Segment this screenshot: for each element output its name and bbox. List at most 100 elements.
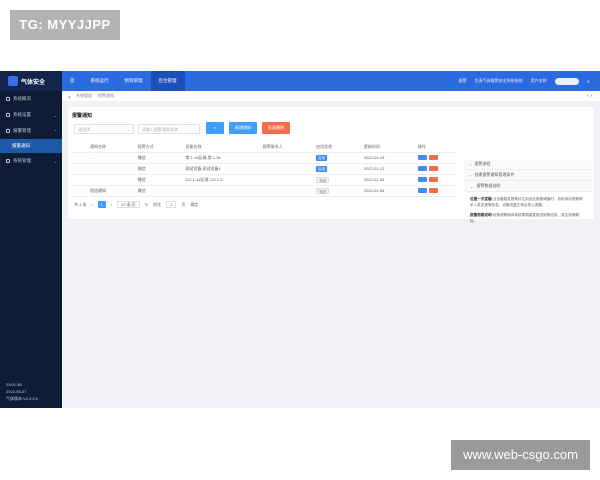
cell-method: 微信 xyxy=(119,185,168,197)
prev-page-icon[interactable]: ‹ xyxy=(91,202,92,207)
goto-confirm-button[interactable]: 确定 xyxy=(190,202,198,208)
chevron-down-icon: ⌄ xyxy=(126,127,130,132)
page-unit-label: 页 xyxy=(181,201,186,207)
search-icon: ⌕ xyxy=(213,125,217,130)
tab-admin[interactable]: 后台管理 xyxy=(150,71,185,91)
table-row: 微信 测试设备,测试设备1 启用 2022-01-12 xyxy=(72,163,456,175)
sidebar-item-alarm[interactable]: 报警管理 ⌃ xyxy=(0,123,62,139)
cell-action xyxy=(399,163,456,175)
cell-name xyxy=(72,163,120,175)
sidebar-item-settings[interactable]: 系统设置 ⌄ xyxy=(0,107,62,123)
breadcrumb-current[interactable]: 报警通知 xyxy=(98,93,114,99)
cell-status: 启用 xyxy=(298,152,346,164)
breadcrumb-home[interactable]: 系统管理 xyxy=(76,93,92,99)
alarm-link[interactable]: 报警 xyxy=(459,78,467,84)
help-item[interactable]: › 报警流程 xyxy=(464,159,592,170)
add-notice-button[interactable]: 新增通知 xyxy=(229,122,257,134)
chevron-down-icon: ⌄ xyxy=(470,183,474,189)
chevron-down-icon: ⌄ xyxy=(53,112,57,118)
col-action: 操作 xyxy=(399,143,456,153)
tab-system-run[interactable]: 系统运行 xyxy=(83,71,117,91)
close-icon[interactable]: ✕ xyxy=(587,79,590,84)
pagination-total: 共 4 条 xyxy=(74,201,87,207)
page-title: 报警通知 xyxy=(72,113,93,119)
status-select-value: 请选择 xyxy=(78,127,90,132)
next-page-icon[interactable]: › xyxy=(111,202,112,207)
sidebar-subitem-alarm-notice[interactable]: 报警通知 xyxy=(0,139,62,153)
status-badge[interactable]: 关闭 xyxy=(316,176,329,183)
bell-icon xyxy=(6,129,10,133)
tab-scroll-arrows[interactable]: ‹ › xyxy=(587,93,592,99)
cell-contact xyxy=(244,174,299,186)
edit-button[interactable] xyxy=(417,154,427,160)
sidebar-item-label: 报警管理 xyxy=(13,128,31,133)
dept-label: 负责气体报警安全系统系统 xyxy=(474,78,523,83)
cell-contact xyxy=(244,185,299,197)
batch-delete-button[interactable]: 批量删除 xyxy=(262,122,290,134)
status-badge[interactable]: 启用 xyxy=(316,154,327,161)
watermark-top: TG: MYYJJPP xyxy=(10,10,120,40)
refresh-icon[interactable]: ↻ xyxy=(145,202,148,207)
cell-name: - xyxy=(72,152,120,164)
help-paragraph: 报警周期说明:设备报警期间将按周期重复推送报警信息，直至报警解除。 xyxy=(470,212,586,224)
cell-time: 2022-01-06 xyxy=(345,185,400,197)
help-item[interactable]: ⌄ 报警数据说明 xyxy=(464,181,592,192)
sidebar-item-label: 系统管理 xyxy=(13,158,31,163)
sidebar-item-system[interactable]: 系统管理 ⌄ xyxy=(0,153,62,169)
delete-button[interactable] xyxy=(428,187,438,193)
delete-button[interactable] xyxy=(428,154,438,160)
home-icon[interactable]: ◂ xyxy=(68,94,70,99)
page-number[interactable]: 1 xyxy=(97,201,106,208)
dashboard-icon xyxy=(6,97,10,101)
theme-toggle[interactable] xyxy=(554,77,579,85)
cell-name xyxy=(72,174,120,186)
delete-button[interactable] xyxy=(428,176,438,182)
table-row: - 微信 常 1-1#区域,常 1-2# 启用 2022-01-19 xyxy=(72,152,456,164)
cell-device xyxy=(167,185,245,197)
cell-status: 关闭 xyxy=(298,174,346,186)
col-time: 更新时间 xyxy=(345,143,400,153)
chevron-right-icon: › xyxy=(470,161,472,167)
status-select[interactable]: 请选择 ⌄ xyxy=(74,124,134,134)
cell-action xyxy=(399,152,456,164)
edit-button[interactable] xyxy=(417,176,427,182)
status-badge[interactable]: 启用 xyxy=(316,165,327,172)
cell-time: 2022-01-19 xyxy=(345,152,400,164)
pagination: 共 4 条 ‹ 1 › 20 条/页 ↻ 前往 1 页 确定 xyxy=(74,201,198,208)
app-title: 气体安全 xyxy=(21,79,46,86)
help-item[interactable]: › 创建报警通知管理条件 xyxy=(464,170,592,181)
tab-materials[interactable]: 物资管理 xyxy=(117,71,151,91)
notice-table: 通知名称 报警方式 设备名称 报警联系人 启用状态 更新时间 操作 - 微信 常… xyxy=(72,143,456,197)
help-item-label: 创建报警通知管理条件 xyxy=(474,172,515,177)
alarm-notice-panel: 报警通知 请选择 ⌄ 请输入报警通知名称 ⌕ 新增通知 批量删除 通知名称 报警… xyxy=(68,107,594,223)
shield-icon xyxy=(8,76,18,86)
sidebar-item-label: 系统设置 xyxy=(13,112,31,117)
cell-device: CO 1-1#区域,CO 1-2 xyxy=(167,174,245,186)
sidebar-item-label: 系统概况 xyxy=(13,96,31,101)
user-menu[interactable]: 用户名称 xyxy=(531,78,547,84)
edit-button[interactable] xyxy=(417,187,427,193)
sidebar-footer: 23:01:36 2022-05-07 气体版本:V2.0.0.0 xyxy=(6,381,38,402)
search-input[interactable]: 请输入报警通知名称 xyxy=(138,124,200,134)
watermark-bottom: www.web-csgo.com xyxy=(451,440,590,470)
cell-time: 2022-01-06 xyxy=(345,174,400,186)
goto-page-input[interactable]: 1 xyxy=(166,201,177,208)
cell-status: 关闭 xyxy=(298,185,346,197)
page-size-select[interactable]: 20 条/页 xyxy=(117,201,140,208)
delete-button[interactable] xyxy=(428,165,438,171)
help-paragraph-head: 设置一次提醒: xyxy=(470,197,493,201)
chevron-up-icon: ⌃ xyxy=(53,128,57,134)
chevron-right-icon: › xyxy=(470,172,472,178)
status-badge[interactable]: 关闭 xyxy=(316,187,329,194)
cell-time: 2022-01-12 xyxy=(345,163,400,175)
clock-date: 2022-05-07 xyxy=(6,389,27,394)
chevron-down-icon: ⌄ xyxy=(53,158,57,164)
sidebar-item-overview[interactable]: 系统概况 xyxy=(0,91,62,107)
search-button[interactable]: ⌕ xyxy=(206,122,224,134)
tab-home[interactable]: 首 xyxy=(62,71,83,91)
system-icon xyxy=(6,159,10,163)
goto-label: 前往 xyxy=(153,201,162,207)
edit-button[interactable] xyxy=(417,165,427,171)
table-row: 短信通知 微信 关闭 2022-01-06 xyxy=(72,185,456,197)
help-item-label: 报警数据说明 xyxy=(476,183,501,188)
